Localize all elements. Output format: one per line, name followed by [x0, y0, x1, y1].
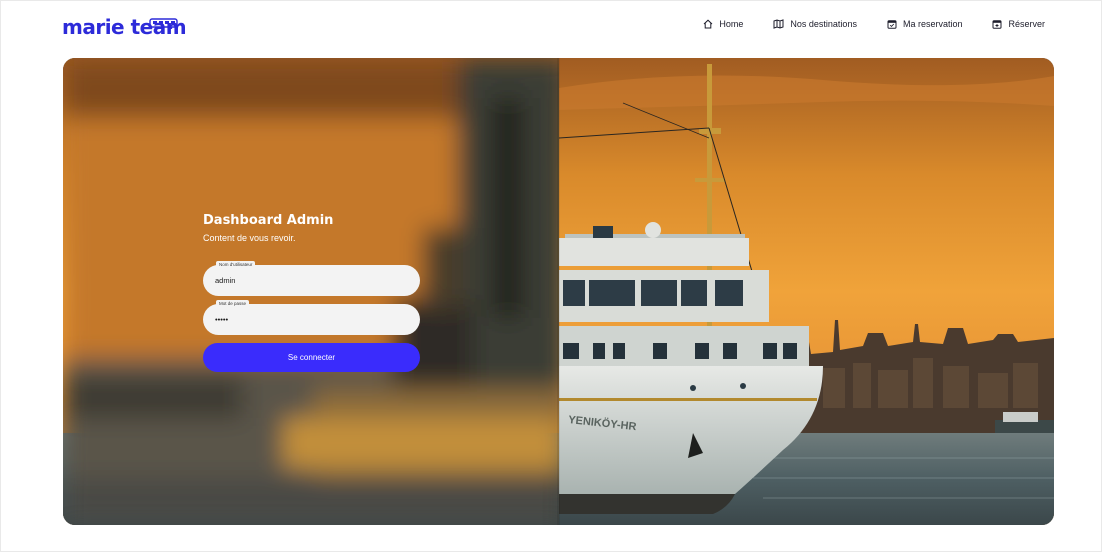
main-nav: Home Nos destinations Ma reservation Rés… [703, 19, 1045, 29]
login-title: Dashboard Admin [203, 213, 334, 228]
login-submit-button[interactable]: Se connecter [203, 343, 420, 372]
top-header: marie team Home Nos destinations Ma rese… [0, 0, 1102, 56]
username-label: Nom d'utilisateur [216, 261, 256, 269]
password-field: Mot de passe [203, 300, 420, 335]
nav-reserver-label: Réserver [1008, 19, 1045, 29]
nav-destinations[interactable]: Nos destinations [773, 19, 857, 29]
nav-ma-reservation[interactable]: Ma reservation [887, 19, 963, 29]
nav-home[interactable]: Home [703, 19, 743, 29]
home-icon [704, 19, 713, 29]
map-icon [773, 19, 784, 29]
page-frame: marie team Home Nos destinations Ma rese… [0, 0, 1102, 552]
calendar-plus-icon [992, 20, 1002, 29]
username-input[interactable] [215, 273, 405, 288]
login-subtitle: Content de vous revoir. [203, 233, 296, 243]
login-form: Dashboard Admin Content de vous revoir. … [203, 213, 421, 372]
nav-ma-reservation-label: Ma reservation [902, 19, 963, 29]
nav-destinations-label: Nos destinations [790, 19, 857, 29]
nav-home-label: Home [719, 19, 744, 29]
nav-reserver[interactable]: Réserver [992, 19, 1045, 29]
calendar-check-icon [887, 20, 897, 29]
bus-logo-icon [149, 18, 178, 29]
password-label: Mot de passe [216, 300, 250, 308]
password-input[interactable] [215, 312, 405, 327]
username-field: Nom d'utilisateur [203, 261, 420, 296]
